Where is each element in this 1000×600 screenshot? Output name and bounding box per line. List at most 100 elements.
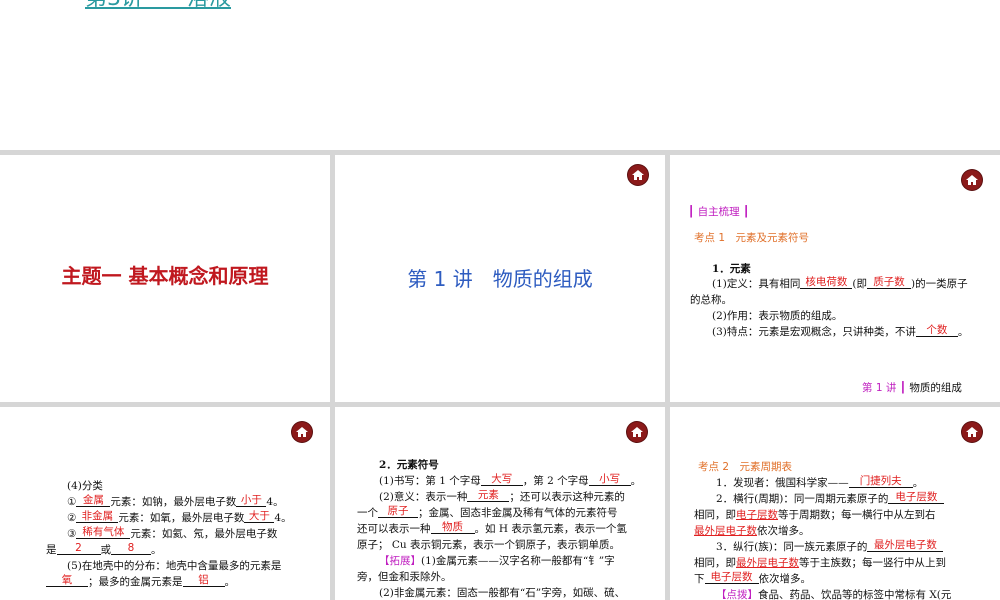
text-line: (2)作用：表示物质的组成。 <box>712 310 843 322</box>
slide-footer: 第 1 讲 ┃ 物质的组成 <box>862 381 962 395</box>
slide-6-thumbnail[interactable]: 考点 2 元素周期表 1．发现者：俄国科学家—— 门捷列夫。 2．横行(周期)：同… <box>670 407 1000 600</box>
text-line: 【拓展】(1)金属元素——汉字名称一般都有“钅”字 <box>379 554 615 568</box>
kaodian-heading: 考点 1 元素及元素符号 <box>694 232 810 244</box>
answer-blank: 核电荷数 <box>800 277 853 289</box>
text-line: (2)非金属元素：固态一般都有“石”字旁，如碳、硫、 <box>379 587 626 599</box>
answer-blank: 大于 <box>244 511 275 523</box>
text-line: 2．横行(周期)：同一周期元素原子的 电子层数 <box>716 492 945 506</box>
answer-blank: 金属 <box>76 495 111 507</box>
text-segment: 相同，即 <box>694 509 736 521</box>
text-segment: ② <box>67 512 77 524</box>
text-line: (1)书写：第 1 个字母 大写 ，第 2 个字母 小写。 <box>379 474 641 488</box>
text-line: 的总称。 <box>690 294 732 306</box>
section-label: ┃ 自主梳理 ┃ <box>688 206 750 218</box>
text-segment: 电子层数 <box>736 509 778 521</box>
slide-5-thumbnail[interactable]: 2．元素符号 (1)书写：第 1 个字母 大写 ，第 2 个字母 小写。 (2)意义：… <box>335 407 665 600</box>
text-line: (2)意义：表示一种 元素 ；还可以表示这种元素的 <box>379 490 625 504</box>
slide-3-thumbnail[interactable]: ┃ 自主梳理 ┃ 考点 1 元素及元素符号 1．元素 (1)定义：具有相同 核电荷… <box>670 155 1000 402</box>
text-segment: 。 <box>912 477 924 489</box>
text-segment: )的一类原子 <box>910 278 968 290</box>
lecture-link[interactable]: 第3讲——溶液 <box>85 0 231 10</box>
text-segment: 2．横行(周期)：同一周期元素原子的 <box>716 493 889 505</box>
text-line: 氧；最多的金属元素是铝。 <box>46 575 235 589</box>
text-segment: 相同，即 <box>694 557 736 569</box>
text-segment: ，第 2 个字母 <box>522 475 589 487</box>
text-segment: 依次增多。 <box>757 525 810 537</box>
text-line: 是 2 或 8。 <box>46 543 162 557</box>
text-segment: 【点拨】 <box>716 589 758 600</box>
home-icon[interactable] <box>627 422 647 442</box>
slide-2-thumbnail[interactable]: 第 1 讲 物质的组成 <box>335 155 665 402</box>
slide-1-thumbnail[interactable]: 主题一 基本概念和原理 <box>0 155 330 402</box>
text-line: 最外层电子数依次增多。 <box>694 524 810 538</box>
text-segment: ；还可以表示这种元素的 <box>509 491 625 503</box>
text-segment: 食品、药品、饮品等的标签中常标有 X(元 <box>758 589 952 600</box>
text-segment: ；最多的金属元素是 <box>88 576 183 588</box>
text-segment: ③ <box>67 528 77 540</box>
answer-blank: 物质 <box>430 522 475 534</box>
answer-blank: 质子数 <box>866 277 911 289</box>
text-segment: 等于周期数；每一横行中从左到右 <box>778 509 936 521</box>
answer-blank: 门捷列夫 <box>848 476 913 488</box>
text-segment: 。 <box>957 326 969 338</box>
home-icon[interactable] <box>628 165 648 185</box>
text-segment: 最外层电子数 <box>736 557 799 569</box>
answer-blank: 稀有气体 <box>76 527 131 539</box>
heading: 1．元素 <box>712 263 751 275</box>
text-segment: 。 <box>224 576 236 588</box>
text-segment: (1)金属元素——汉字名称一般都有“钅”字 <box>421 555 615 567</box>
text-line: 1．发现者：俄国科学家—— 门捷列夫。 <box>716 476 923 490</box>
answer-blank: 元素 <box>467 490 510 502</box>
text-segment: 是 <box>46 544 57 556</box>
text-segment: 。 <box>151 544 162 556</box>
text-line: (4)分类 <box>67 480 103 492</box>
text-line: 下电子层数 依次增多。 <box>694 572 811 586</box>
text-line: (5)在地壳中的分布：地壳中含量最多的元素是 <box>67 560 282 572</box>
lecture-title: 第 1 讲 物质的组成 <box>407 267 593 291</box>
text-segment: 元素：如钠，最外层电子数 <box>110 496 237 508</box>
text-segment: 依次增多。 <box>758 573 812 585</box>
heading: 2．元素符号 <box>379 459 439 471</box>
answer-blank: 最外层电子数 <box>867 540 944 552</box>
text-segment: 下 <box>694 573 705 585</box>
answer-blank: 原子 <box>378 506 418 518</box>
text-segment: 第 1 讲 ┃ <box>862 382 907 394</box>
text-segment: 。如 H 表示氢元素，表示一个氢 <box>474 523 627 535</box>
text-segment: (2)意义：表示一种 <box>379 491 468 503</box>
text-segment: 4。 <box>266 496 284 508</box>
answer-blank: 大写 <box>480 474 523 486</box>
home-icon[interactable] <box>962 170 982 190</box>
text-segment: 元素：如氦、氖，最外层电子数 <box>130 528 278 540</box>
text-line: ③ 稀有气体 元素：如氦、氖，最外层电子数 <box>67 527 277 541</box>
text-segment: 3．纵行(族)：同一族元素原子的 <box>716 541 868 553</box>
text-segment: 元素：如氧，最外层电子数 <box>118 512 245 524</box>
text-line: 相同，即最外层电子数等于主族数；每一竖行中从上到 <box>694 556 946 570</box>
text-segment: 。 <box>630 475 642 487</box>
slide-4-thumbnail[interactable]: (4)分类 ① 金属 元素：如钠，最外层电子数 小于 4。 ② 非金属 元素：如氧，最外层电… <box>0 407 330 600</box>
text-line: 3．纵行(族)：同一族元素原子的 最外层电子数 <box>716 540 944 554</box>
home-icon[interactable] <box>292 422 312 442</box>
topic-title: 主题一 基本概念和原理 <box>61 264 269 288</box>
top-area: 第3讲——溶液 <box>0 0 1000 150</box>
text-segment: ；金属、固态非金属及稀有气体的元素符号 <box>418 507 618 519</box>
text-segment: 一个 <box>357 507 378 519</box>
text-segment: 等于主族数；每一竖行中从上到 <box>799 557 946 569</box>
text-segment: 【拓展】 <box>379 555 421 567</box>
text-segment: 4。 <box>274 512 292 524</box>
text-line: 还可以表示一种 物质 。如 H 表示氢元素，表示一个氢 <box>357 522 627 536</box>
answer-blank: 铝 <box>182 575 225 587</box>
answer-blank: 小于 <box>236 495 267 507</box>
text-segment: 1．发现者：俄国科学家—— <box>716 477 849 489</box>
text-segment: 还可以表示一种 <box>357 523 431 535</box>
text-line: (3)特点：元素是宏观概念，只讲种类，不讲 个数。 <box>712 325 968 339</box>
answer-blank: 氧 <box>46 575 88 587</box>
text-segment: 物质的组成 <box>909 382 962 394</box>
text-segment: (1)定义：具有相同 <box>712 278 801 290</box>
text-segment: (1)书写：第 1 个字母 <box>379 475 481 487</box>
text-line: 一个 原子 ；金属、固态非金属及稀有气体的元素符号 <box>357 506 618 520</box>
text-line: (1)定义：具有相同 核电荷数 (即 质子数)的一类原子 <box>712 277 968 291</box>
home-icon[interactable] <box>962 422 982 442</box>
text-segment: 或 <box>100 544 112 556</box>
text-line: ② 非金属 元素：如氧，最外层电子数 大于 4。 <box>67 511 292 525</box>
slide-grid: 主题一 基本概念和原理 第 1 讲 物质的组成 ┃ 自主梳理 ┃ 考点 1 元素… <box>0 150 1000 600</box>
